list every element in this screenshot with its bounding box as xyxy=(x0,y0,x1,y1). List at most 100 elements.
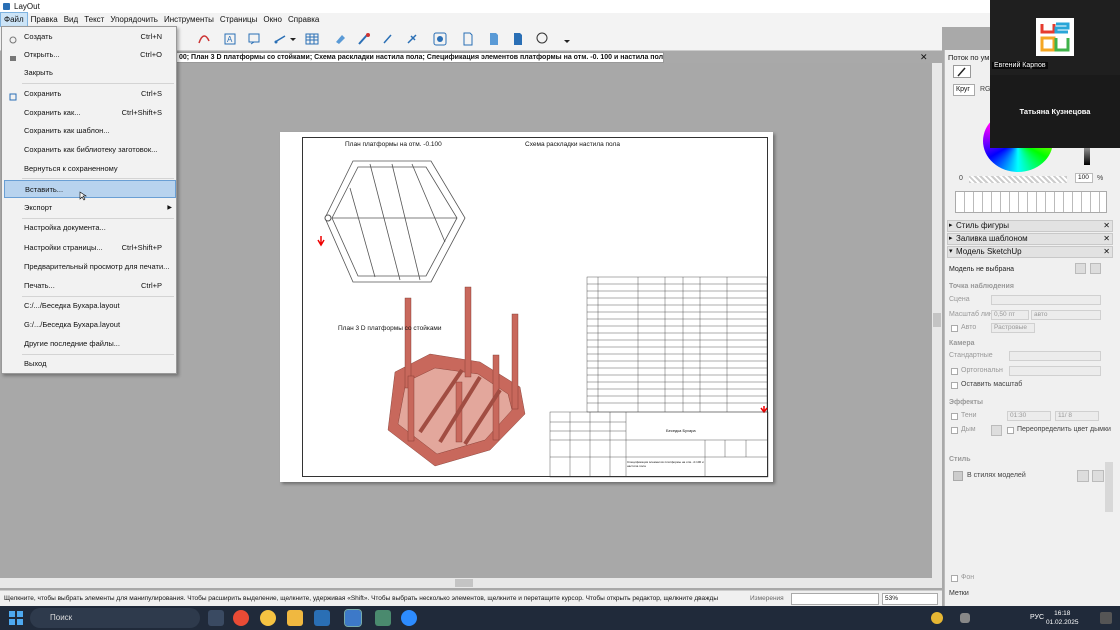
scene-select[interactable] xyxy=(991,295,1101,305)
style-thumbnail[interactable] xyxy=(953,471,963,481)
shadows-date-field[interactable]: 11/ 8 xyxy=(1055,411,1099,421)
render-mode-select[interactable]: Растровые xyxy=(991,323,1035,333)
horizontal-scroll-thumb[interactable] xyxy=(455,579,473,587)
vertical-scroll-thumb[interactable] xyxy=(933,313,941,327)
horizontal-scrollbar[interactable] xyxy=(0,578,942,588)
windows-start-icon[interactable] xyxy=(9,611,23,625)
zoom-select[interactable]: 53% xyxy=(882,593,938,605)
measurements-field[interactable] xyxy=(791,593,879,605)
presentation-icon[interactable] xyxy=(534,31,550,47)
chevron-down-icon[interactable] xyxy=(288,31,298,47)
menu-item-recent-1[interactable]: C:/.../Беседка Бухара.layout xyxy=(4,297,176,315)
paper-page[interactable]: План платформы на отм. -0.100 Схема раск… xyxy=(280,132,773,482)
add-page-icon[interactable] xyxy=(460,31,476,47)
in-model-styles-select[interactable]: В стилях моделей xyxy=(967,472,1026,479)
language-indicator[interactable]: РУС xyxy=(1030,606,1044,630)
text-tool-icon[interactable]: A xyxy=(222,31,238,47)
menu-item-print[interactable]: Печать... Ctrl+P xyxy=(4,277,176,295)
taskbar-clock[interactable]: 16:18 01.02.2025 xyxy=(1046,609,1079,627)
duplicate-page-icon[interactable] xyxy=(510,31,526,47)
eraser-tool-icon[interactable] xyxy=(332,31,348,47)
color-swatches[interactable] xyxy=(955,191,1107,213)
grid-view-icon[interactable] xyxy=(1092,470,1104,482)
auto-checkbox[interactable] xyxy=(951,325,958,332)
sketchup-model-header[interactable]: Модель SketchUp ✕ xyxy=(947,246,1113,258)
task-view-icon[interactable] xyxy=(208,610,224,626)
browser-icon[interactable] xyxy=(260,610,276,626)
list-view-icon[interactable] xyxy=(1077,470,1089,482)
panel-scrollbar[interactable] xyxy=(1105,462,1113,512)
menu-item-export[interactable]: Экспорт ▶ xyxy=(4,199,176,217)
opacity-value-field[interactable]: 100 xyxy=(1075,173,1093,183)
opacity-slider[interactable] xyxy=(969,176,1067,183)
file-explorer-icon[interactable] xyxy=(287,610,303,626)
refresh-icon[interactable] xyxy=(1075,263,1086,274)
menu-pages[interactable]: Страницы xyxy=(217,13,261,27)
labels-panel-header[interactable]: Метки xyxy=(949,590,969,597)
override-color-checkbox[interactable] xyxy=(1007,427,1014,434)
close-icon[interactable]: ✕ xyxy=(1103,247,1110,257)
menu-help[interactable]: Справка xyxy=(285,13,322,27)
vertical-scrollbar[interactable] xyxy=(932,63,942,578)
line-scale-field[interactable]: 0,50 пт xyxy=(991,310,1029,320)
menu-item-save-as-scrapbook[interactable]: Сохранить как библиотеку заготовок... xyxy=(4,141,176,159)
split-tool-icon[interactable] xyxy=(404,31,420,47)
shadows-time-field[interactable]: 01:30 xyxy=(1007,411,1051,421)
menu-item-recent-2[interactable]: G:/.../Беседка Бухара.layout xyxy=(4,316,176,334)
shadows-checkbox[interactable] xyxy=(951,413,958,420)
menu-view[interactable]: Вид xyxy=(61,13,81,27)
pen-tool-icon[interactable] xyxy=(380,31,396,47)
menu-text[interactable]: Текст xyxy=(81,13,107,27)
app-icon[interactable] xyxy=(375,610,391,626)
menu-item-save-as[interactable]: Сохранить как... Ctrl+Shift+S xyxy=(4,104,176,122)
fog-checkbox[interactable] xyxy=(951,427,958,434)
menu-item-exit[interactable]: Выход xyxy=(4,355,176,373)
tray-icon[interactable] xyxy=(960,613,970,623)
document-tab[interactable]: 00; План 3 D платформы со стойками; Схем… xyxy=(176,52,664,63)
close-tab-icon[interactable]: ✕ xyxy=(920,52,928,63)
close-icon[interactable]: ✕ xyxy=(1103,234,1110,244)
color-tab-rgb[interactable]: RG xyxy=(980,86,991,93)
more-icon[interactable] xyxy=(1090,263,1101,274)
tray-app-icon[interactable] xyxy=(931,612,943,624)
pattern-fill-header[interactable]: Заливка шаблоном ✕ xyxy=(947,233,1113,245)
table-tool-icon[interactable] xyxy=(304,31,320,47)
line-scale-select[interactable]: авто xyxy=(1031,310,1101,320)
menu-tools[interactable]: Инструменты xyxy=(161,13,217,27)
toolbar-overflow-icon[interactable] xyxy=(562,31,572,47)
menu-item-insert[interactable]: Вставить... xyxy=(4,180,176,201)
menu-edit[interactable]: Правка xyxy=(28,13,61,27)
menu-item-new[interactable]: Создать Ctrl+N xyxy=(4,28,176,46)
notifications-icon[interactable] xyxy=(1100,612,1112,624)
standard-views-select[interactable] xyxy=(1009,351,1101,361)
screenshot-tool-icon[interactable] xyxy=(432,31,448,47)
zoom-icon[interactable] xyxy=(401,610,417,626)
fog-color-swatch[interactable] xyxy=(991,425,1002,436)
menu-item-other-recent[interactable]: Другие последние файлы... xyxy=(4,335,176,353)
layout-taskbar-icon[interactable] xyxy=(344,609,362,627)
menu-window[interactable]: Окно xyxy=(260,13,285,27)
shape-style-header[interactable]: Стиль фигуры ✕ xyxy=(947,220,1113,232)
style-tool-icon[interactable] xyxy=(356,31,372,47)
menu-arrange[interactable]: Упорядочить xyxy=(107,13,161,27)
menu-item-revert[interactable]: Вернуться к сохраненному xyxy=(4,160,176,178)
yandex-icon[interactable] xyxy=(233,610,249,626)
close-icon[interactable]: ✕ xyxy=(1103,221,1110,231)
taskbar-search-input[interactable]: Поиск xyxy=(30,608,200,628)
eyedropper-icon[interactable] xyxy=(953,65,971,78)
scale-select[interactable] xyxy=(1009,366,1101,376)
page-icon[interactable] xyxy=(486,31,502,47)
label-tool-icon[interactable] xyxy=(246,31,262,47)
menu-item-print-preview[interactable]: Предварительный просмотр для печати... xyxy=(4,258,176,276)
menu-item-page-setup[interactable]: Настройки страницы... Ctrl+Shift+P xyxy=(4,239,176,257)
menu-item-document-setup[interactable]: Настройка документа... xyxy=(4,219,176,237)
menu-item-save[interactable]: Сохранить Ctrl+S xyxy=(4,85,176,103)
sketchup-icon[interactable] xyxy=(314,610,330,626)
orthographic-checkbox[interactable] xyxy=(951,368,958,375)
keep-scale-checkbox[interactable] xyxy=(951,382,958,389)
menu-item-open[interactable]: Открыть... Ctrl+O xyxy=(4,46,176,64)
color-tab-circle[interactable]: Круг xyxy=(953,84,975,96)
menu-item-close[interactable]: Закрыть xyxy=(4,64,176,82)
background-checkbox[interactable] xyxy=(951,575,958,582)
dimension-tool-icon[interactable] xyxy=(272,31,288,47)
